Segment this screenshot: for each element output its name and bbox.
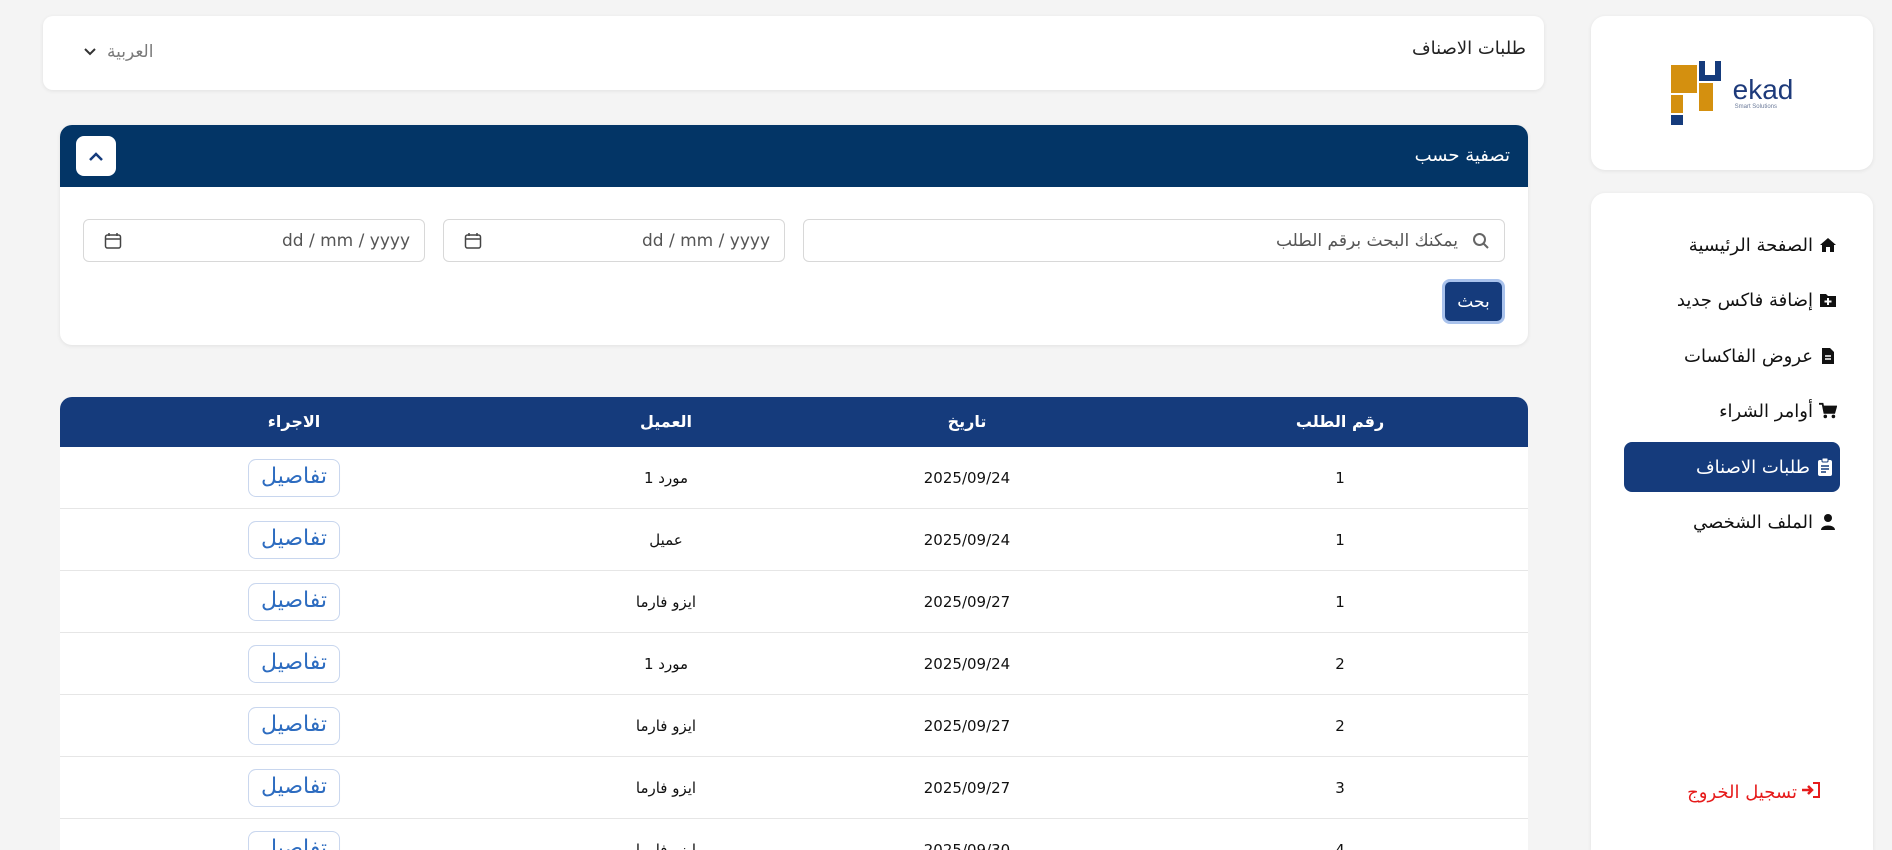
cell-action: تفاصيل — [248, 521, 340, 559]
cell-order: 3 — [1335, 779, 1345, 797]
table-row: 2 2025/09/24 مورد 1 تفاصيل — [60, 633, 1528, 695]
date-to-field[interactable] — [443, 219, 785, 262]
sign-out-icon — [1801, 781, 1821, 804]
page-title: طلبات الاصناف — [1412, 38, 1526, 59]
cell-date: 2025/09/27 — [923, 717, 1011, 735]
cell-date: 2025/09/24 — [923, 655, 1011, 673]
sidebar-item-home[interactable]: الصفحة الرئيسية — [1685, 220, 1841, 270]
date-from-input[interactable] — [84, 220, 424, 261]
details-button[interactable]: تفاصيل — [248, 459, 340, 497]
top-header: طلبات الاصناف العربية — [43, 16, 1544, 90]
logo-mark-icon — [1670, 61, 1721, 125]
details-button[interactable]: تفاصيل — [248, 583, 340, 621]
sidebar-item-label: الملف الشخصي — [1693, 511, 1813, 533]
chevron-down-icon — [83, 42, 97, 62]
cell-action: تفاصيل — [248, 707, 340, 745]
logout-button[interactable]: تسجيل الخروج — [1687, 781, 1821, 804]
cell-action: تفاصيل — [248, 769, 340, 807]
cell-order: 1 — [1335, 469, 1345, 487]
filter-title: تصفية حسب — [1414, 145, 1510, 166]
cell-client: ايزو فارما — [635, 779, 697, 797]
clipboard-icon — [1816, 458, 1834, 476]
cell-date: 2025/09/27 — [923, 593, 1011, 611]
cell-date: 2025/09/24 — [923, 531, 1011, 549]
cell-order: 1 — [1335, 593, 1345, 611]
cell-date: 2025/09/27 — [923, 779, 1011, 797]
details-button[interactable]: تفاصيل — [248, 769, 340, 807]
cell-action: تفاصيل — [248, 459, 340, 497]
details-button[interactable]: تفاصيل — [248, 831, 340, 850]
sidebar-item-label: أوامر الشراء — [1719, 400, 1813, 422]
search-button[interactable]: بحث — [1442, 279, 1505, 324]
table-row: 2 2025/09/27 ايزو فارما تفاصيل — [60, 695, 1528, 757]
cell-client: ايزو فارما — [635, 841, 697, 850]
logo-card: ekad Smart Solutions — [1591, 16, 1873, 170]
table-row: 1 2025/09/24 مورد 1 تفاصيل — [60, 447, 1528, 509]
cell-client: مورد 1 — [643, 655, 689, 673]
search-field[interactable] — [803, 219, 1505, 262]
date-to-input[interactable] — [444, 220, 784, 261]
column-header-client[interactable]: العميل — [640, 412, 692, 431]
table-header: رقم الطلب تاريخ العميل الاجراء — [60, 397, 1528, 447]
brand-name: ekad — [1732, 74, 1794, 105]
table-row: 1 2025/09/24 عميل تفاصيل — [60, 509, 1528, 571]
details-button[interactable]: تفاصيل — [248, 521, 340, 559]
cell-order: 4 — [1335, 841, 1345, 850]
filter-panel: تصفية حسب بحث — [60, 125, 1528, 345]
table-row: 4 2025/09/30 ايزو فارما تفاصيل — [60, 819, 1528, 850]
requests-table: رقم الطلب تاريخ العميل الاجراء 1 2025/09/… — [60, 397, 1528, 850]
cell-client: عميل — [649, 531, 683, 549]
sidebar-item-label: إضافة فاكس جديد — [1676, 289, 1813, 311]
logout-label: تسجيل الخروج — [1687, 782, 1797, 803]
language-label: العربية — [107, 42, 154, 62]
column-header-order[interactable]: رقم الطلب — [1296, 412, 1384, 431]
table-body: 1 2025/09/24 مورد 1 تفاصيل 1 2025/09/24 عميل تف… — [60, 447, 1528, 850]
calendar-icon — [104, 232, 122, 254]
table-row: 3 2025/09/27 ايزو فارما تفاصيل — [60, 757, 1528, 819]
sidebar-item-profile[interactable]: الملف الشخصي — [1689, 497, 1841, 547]
filter-header: تصفية حسب — [60, 125, 1528, 187]
calendar-icon — [464, 232, 482, 254]
cell-client: ايزو فارما — [635, 717, 697, 735]
sidebar-item-label: الصفحة الرئيسية — [1688, 234, 1813, 256]
cell-action: تفاصيل — [248, 831, 340, 850]
cell-order: 2 — [1335, 717, 1345, 735]
search-icon — [1472, 232, 1490, 254]
cart-icon — [1819, 402, 1837, 420]
cell-action: تفاصيل — [248, 583, 340, 621]
details-button[interactable]: تفاصيل — [248, 707, 340, 745]
sidebar-item-purchase-orders[interactable]: أوامر الشراء — [1715, 386, 1841, 436]
table-row: 1 2025/09/27 ايزو فارما تفاصيل — [60, 571, 1528, 633]
cell-action: تفاصيل — [248, 645, 340, 683]
search-input[interactable] — [804, 220, 1504, 261]
cell-client: ايزو فارما — [635, 593, 697, 611]
brand-logo[interactable]: ekad Smart Solutions — [1670, 61, 1794, 125]
sidebar-item-fax-offers[interactable]: عروض الفاكسات — [1680, 331, 1841, 381]
sidebar: الصفحة الرئيسية إضافة فاكس جديد عروض الف… — [1591, 193, 1873, 850]
column-header-action: الاجراء — [267, 412, 321, 431]
cell-client: مورد 1 — [643, 469, 689, 487]
sidebar-item-item-requests[interactable]: طلبات الاصناف — [1624, 442, 1840, 492]
sidebar-item-label: عروض الفاكسات — [1684, 345, 1813, 367]
sidebar-item-label: طلبات الاصناف — [1696, 456, 1810, 478]
cell-order: 2 — [1335, 655, 1345, 673]
folder-plus-icon — [1819, 291, 1837, 309]
details-button[interactable]: تفاصيل — [248, 645, 340, 683]
cell-date: 2025/09/30 — [923, 841, 1011, 850]
cell-order: 1 — [1335, 531, 1345, 549]
cell-date: 2025/09/24 — [923, 469, 1011, 487]
date-from-field[interactable] — [83, 219, 425, 262]
sidebar-item-add-fax[interactable]: إضافة فاكس جديد — [1673, 275, 1841, 325]
home-icon — [1819, 236, 1837, 254]
column-header-date[interactable]: تاريخ — [948, 412, 987, 431]
user-icon — [1819, 513, 1837, 531]
collapse-filter-button[interactable] — [76, 136, 116, 176]
chevron-up-icon — [89, 152, 103, 161]
document-icon — [1819, 347, 1837, 365]
language-selector[interactable]: العربية — [83, 42, 153, 62]
